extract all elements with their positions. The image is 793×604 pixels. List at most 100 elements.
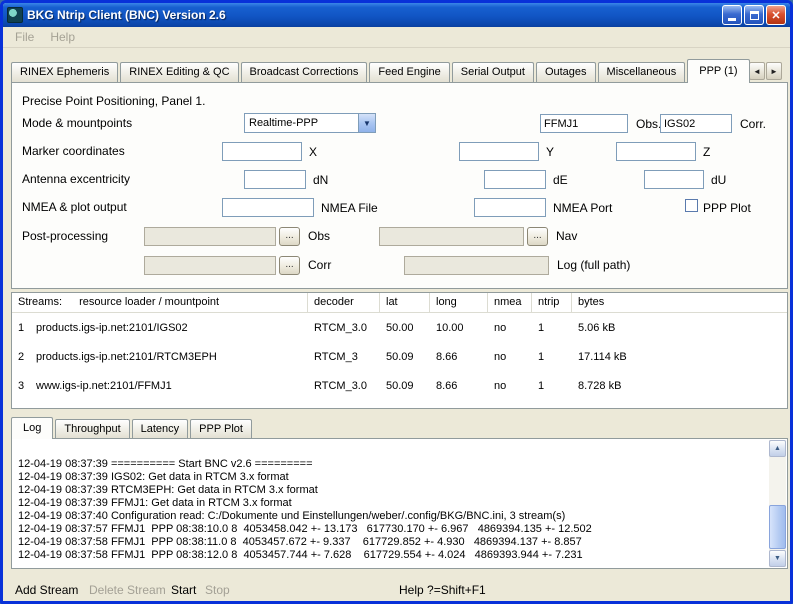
post-corr-field[interactable]: [144, 256, 276, 275]
table-row[interactable]: 1 products.igs-ip.net:2101/IGS02 RTCM_3.…: [12, 313, 787, 342]
log-line: 12-04-19 08:37:39 RTCM3EPH: Get data in …: [18, 484, 765, 497]
cell-long: 10.00: [430, 322, 488, 334]
cell-ntrip: 1: [532, 351, 572, 363]
tab-serial-output[interactable]: Serial Output: [452, 62, 534, 82]
ppp-plot-checkbox[interactable]: [685, 199, 698, 212]
cell-mountpoint: products.igs-ip.net:2101/IGS02: [30, 322, 308, 334]
post-log-field[interactable]: [404, 256, 549, 275]
cell-nmea: no: [488, 322, 532, 334]
tab-feed-engine[interactable]: Feed Engine: [369, 62, 449, 82]
start-button[interactable]: Start: [171, 583, 196, 597]
post-nav-browse-button[interactable]: ...: [527, 227, 548, 246]
post-nav-field[interactable]: [379, 227, 524, 246]
streams-header-long: long: [430, 293, 488, 312]
du-label: dU: [711, 173, 726, 187]
log-line: 12-04-19 08:37:58 FFMJ1 PPP 08:38:12.0 8…: [18, 549, 765, 562]
menu-file[interactable]: File: [7, 28, 42, 46]
scrollbar-thumb[interactable]: [769, 505, 786, 549]
log-line: 12-04-19 08:37:40 Configuration read: C:…: [18, 510, 765, 523]
chevron-up-icon: ▲: [774, 445, 781, 452]
antenna-du-input[interactable]: [644, 170, 704, 189]
maximize-button[interactable]: [744, 5, 764, 25]
cell-decoder: RTCM_3.0: [308, 322, 380, 334]
tab-scroll-arrows: ◄ ►: [748, 62, 782, 80]
cell-ntrip: 1: [532, 322, 572, 334]
minimize-icon: [728, 18, 736, 21]
nmea-port-label: NMEA Port: [553, 201, 612, 215]
corr-mountpoint-input[interactable]: [660, 114, 732, 133]
app-window: BKG Ntrip Client (BNC) Version 2.6 ✕ Fil…: [0, 0, 793, 604]
ppp-panel: Precise Point Positioning, Panel 1. Mode…: [11, 82, 788, 289]
post-obs-field[interactable]: [144, 227, 276, 246]
row-number: 3: [12, 380, 30, 392]
tab-outages[interactable]: Outages: [536, 62, 596, 82]
tab-scroll-right-button[interactable]: ►: [766, 62, 782, 80]
antenna-dn-input[interactable]: [244, 170, 306, 189]
close-button[interactable]: ✕: [766, 5, 786, 25]
log-scrollbar[interactable]: ▲ ▼: [769, 440, 786, 567]
chevron-down-icon: ▼: [358, 114, 375, 132]
cell-mountpoint: www.igs-ip.net:2101/FFMJ1: [30, 380, 308, 392]
tab-ppp-1[interactable]: PPP (1): [687, 59, 749, 83]
de-label: dE: [553, 173, 568, 187]
cell-mountpoint: products.igs-ip.net:2101/RTCM3EPH: [30, 351, 308, 363]
antenna-label: Antenna excentricity: [22, 172, 130, 186]
streams-caption: Streams:: [18, 296, 62, 308]
post-corr-browse-button[interactable]: ...: [279, 256, 300, 275]
cell-long: 8.66: [430, 380, 488, 392]
table-row[interactable]: 2 products.igs-ip.net:2101/RTCM3EPH RTCM…: [12, 342, 787, 371]
scroll-down-button[interactable]: ▼: [769, 550, 786, 567]
ppp-mode-select[interactable]: Realtime-PPP ▼: [244, 113, 376, 133]
post-processing-label: Post-processing: [22, 229, 108, 243]
tab-miscellaneous[interactable]: Miscellaneous: [598, 62, 686, 82]
streams-header-bytes: bytes: [572, 293, 787, 312]
cell-lat: 50.09: [380, 351, 430, 363]
nmea-file-label: NMEA File: [321, 201, 378, 215]
streams-table: Streams: resource loader / mountpoint de…: [11, 292, 788, 409]
minimize-button[interactable]: [722, 5, 742, 25]
titlebar[interactable]: BKG Ntrip Client (BNC) Version 2.6 ✕: [3, 3, 790, 27]
corr-label: Corr.: [740, 117, 766, 131]
scroll-up-button[interactable]: ▲: [769, 440, 786, 457]
post-nav-label: Nav: [556, 229, 577, 243]
tab-rinex-editing-qc[interactable]: RINEX Editing & QC: [120, 62, 238, 82]
cell-long: 8.66: [430, 351, 488, 363]
tab-broadcast-corrections[interactable]: Broadcast Corrections: [241, 62, 368, 82]
log-line: 12-04-19 08:37:58 FFMJ1 PPP 08:38:11.0 8…: [18, 536, 765, 549]
nmea-file-input[interactable]: [222, 198, 314, 217]
marker-y-input[interactable]: [459, 142, 539, 161]
menu-help[interactable]: Help: [42, 28, 83, 46]
cell-lat: 50.09: [380, 380, 430, 392]
y-label: Y: [546, 145, 554, 159]
post-obs-browse-button[interactable]: ...: [279, 227, 300, 246]
ppp-mode-value: Realtime-PPP: [245, 117, 358, 129]
log-line: 12-04-19 08:37:39 ========== Start BNC v…: [18, 458, 765, 471]
bottom-bar: Add Stream Delete Stream Start Stop Help…: [3, 574, 790, 601]
delete-stream-button[interactable]: Delete Stream: [89, 583, 166, 597]
stop-button[interactable]: Stop: [205, 583, 230, 597]
streams-header-ntrip: ntrip: [532, 293, 572, 312]
tab-log[interactable]: Log: [11, 417, 53, 439]
app-icon: [7, 7, 23, 23]
tab-scroll-left-button[interactable]: ◄: [749, 62, 765, 80]
nmea-port-input[interactable]: [474, 198, 546, 217]
post-corr-label: Corr: [308, 258, 331, 272]
log-output: 12-04-19 08:37:39 ========== Start BNC v…: [18, 458, 765, 566]
cell-decoder: RTCM_3: [308, 351, 380, 363]
x-label: X: [309, 145, 317, 159]
tab-rinex-ephemeris[interactable]: RINEX Ephemeris: [11, 62, 118, 82]
log-panel: 12-04-19 08:37:39 ========== Start BNC v…: [11, 438, 788, 569]
cell-nmea: no: [488, 380, 532, 392]
obs-mountpoint-input[interactable]: [540, 114, 628, 133]
obs-label: Obs.: [636, 117, 661, 131]
marker-z-input[interactable]: [616, 142, 696, 161]
marker-x-input[interactable]: [222, 142, 302, 161]
tab-ppp-plot[interactable]: PPP Plot: [190, 419, 252, 438]
tab-latency[interactable]: Latency: [132, 419, 189, 438]
z-label: Z: [703, 145, 710, 159]
table-row[interactable]: 3 www.igs-ip.net:2101/FFMJ1 RTCM_3.0 50.…: [12, 371, 787, 400]
antenna-de-input[interactable]: [484, 170, 546, 189]
cell-lat: 50.00: [380, 322, 430, 334]
add-stream-button[interactable]: Add Stream: [15, 583, 78, 597]
tab-throughput[interactable]: Throughput: [55, 419, 129, 438]
